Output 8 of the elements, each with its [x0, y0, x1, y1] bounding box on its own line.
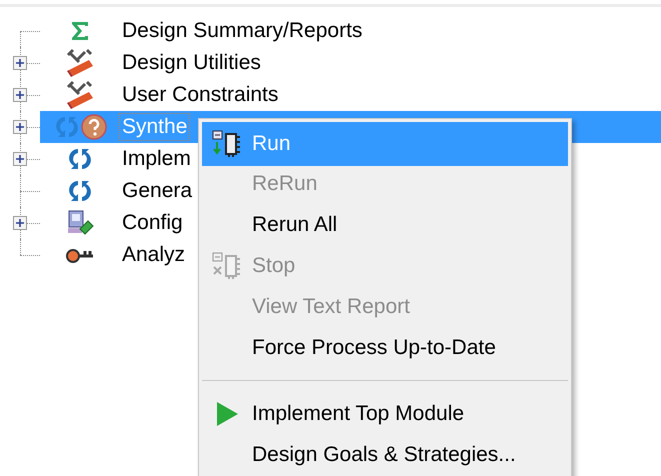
tree-item-label: Analyz	[121, 242, 186, 268]
tree-item-label: Genera	[121, 178, 194, 204]
tree-item-label: Config	[121, 210, 184, 236]
tree-item-label: Synthe	[120, 114, 190, 140]
tree-item-label: Design Utilities	[121, 50, 262, 76]
tree-item-label: User Constraints	[121, 82, 280, 108]
tree-item-label: Design Summary/Reports	[121, 18, 364, 44]
tree-item-label: Implem	[121, 146, 192, 172]
